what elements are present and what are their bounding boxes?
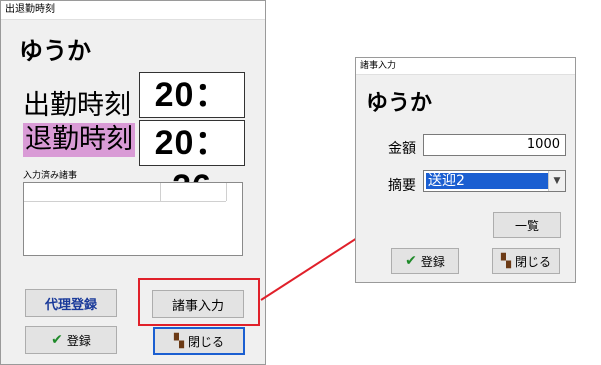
dropdown-arrow-button[interactable]: ▼ <box>548 171 565 191</box>
summary-selected-value: 送迎2 <box>426 173 548 189</box>
list-label: 一覧 <box>514 218 539 233</box>
close-button[interactable]: ▚ 閉じる <box>153 327 245 355</box>
door-exit-icon: ▚ <box>500 253 511 269</box>
window-title: 出退勤時刻 <box>1 1 265 20</box>
register-label: 登録 <box>66 333 91 348</box>
clock-out-time: 20：26 <box>139 120 245 206</box>
amount-field[interactable]: 1000 <box>423 134 566 156</box>
entered-items-list[interactable] <box>23 182 243 256</box>
amount-value: 1000 <box>526 137 560 152</box>
dialog-title: 諸事入力 <box>356 58 575 75</box>
entered-items-label: 入力済み諸事 <box>23 171 78 181</box>
user-name: ゆうか <box>19 37 91 65</box>
dialog-user-name: ゆうか <box>366 91 433 116</box>
proxy-register-label: 代理登録 <box>44 297 97 313</box>
list-column-divider <box>160 183 161 201</box>
dialog-register-button[interactable]: ✔ 登録 <box>391 248 459 274</box>
callout-highlight-box <box>138 278 260 326</box>
list-header <box>24 183 227 202</box>
chevron-down-icon: ▼ <box>553 176 561 186</box>
check-icon: ✔ <box>51 332 63 348</box>
summary-label: 摘要 <box>388 178 416 194</box>
proxy-register-button[interactable]: 代理登録 <box>25 289 117 317</box>
list-button[interactable]: 一覧 <box>493 212 561 238</box>
summary-select[interactable]: 送迎2 ▼ <box>423 170 566 192</box>
register-button[interactable]: ✔ 登録 <box>25 326 117 354</box>
check-icon: ✔ <box>405 253 417 269</box>
list-column-divider <box>226 183 227 201</box>
clock-out-label: 退勤時刻 <box>23 123 135 157</box>
dialog-register-label: 登録 <box>420 254 445 269</box>
misc-input-dialog: 諸事入力 ゆうか 金額 1000 摘要 送迎2 ▼ 一覧 ✔ 登録 ▚ 閉じる <box>355 57 576 283</box>
clock-in-label: 出勤時刻 <box>23 90 131 121</box>
amount-label: 金額 <box>388 141 416 157</box>
dialog-close-label: 閉じる <box>514 254 551 269</box>
door-exit-icon: ▚ <box>173 333 184 349</box>
dialog-close-button[interactable]: ▚ 閉じる <box>492 248 560 274</box>
close-label: 閉じる <box>187 334 224 349</box>
clock-in-time: 20：00 <box>139 72 245 158</box>
